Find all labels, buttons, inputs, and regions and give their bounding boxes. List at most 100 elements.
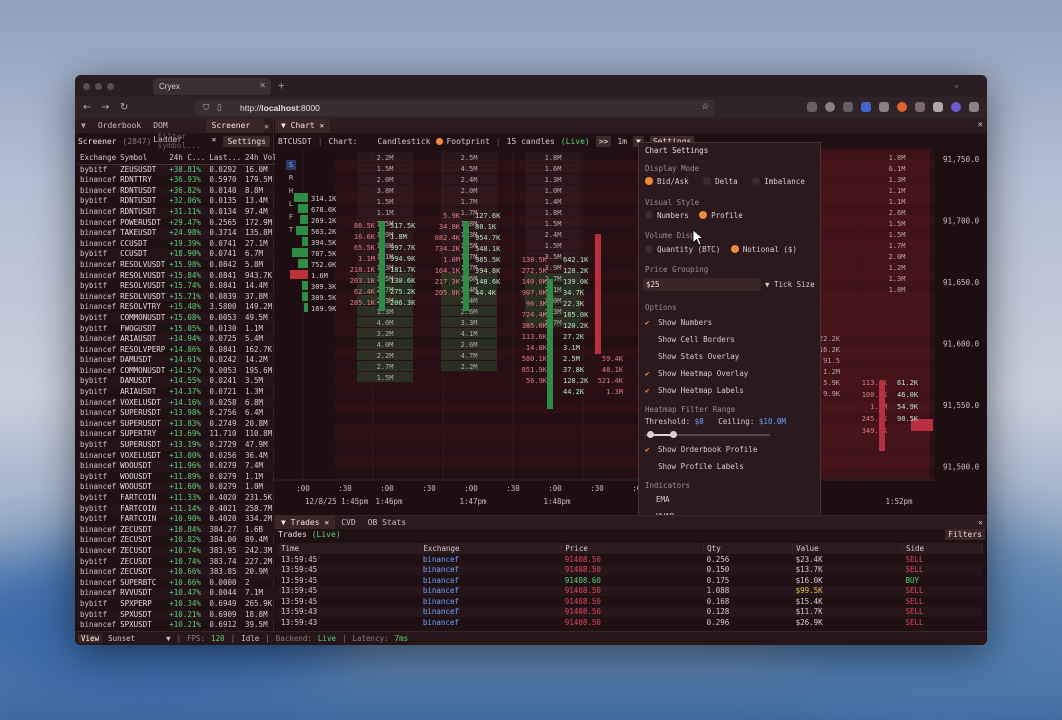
page-icon[interactable]: ▯ bbox=[217, 102, 222, 113]
screener-settings-button[interactable]: Settings bbox=[223, 135, 270, 147]
table-row[interactable]: binancef SUPERUSDT +13.98% 0.2756 6.4M bbox=[78, 408, 297, 419]
table-row[interactable]: binancef RVVUSDT +10.47% 0.0044 7.1M bbox=[78, 588, 297, 599]
table-row[interactable]: bybitf RDNTUSDT +32.06% 0.0135 13.4M bbox=[78, 196, 297, 207]
table-row[interactable]: bybitf FARTCOIN +11.33% 0.4020 231.5K bbox=[78, 493, 297, 504]
table-row[interactable]: binancef DAMUSDT +14.61% 0.0242 14.2M bbox=[78, 355, 297, 366]
close-trades-icon[interactable]: ✕ bbox=[978, 518, 987, 527]
table-row[interactable]: bybitf ZECUSDT +10.74% 383.74 227.2M bbox=[78, 557, 297, 568]
table-row[interactable]: binancef CCUSDT +19.39% 0.0741 27.1M bbox=[78, 239, 297, 250]
download-icon[interactable] bbox=[807, 102, 817, 112]
tab-cvd[interactable]: CVD bbox=[335, 516, 361, 529]
tab-orderbook[interactable]: Orderbook bbox=[92, 119, 147, 133]
table-row[interactable]: bybitf DAMUSDT +14.55% 0.0241 3.5M bbox=[78, 376, 297, 388]
table-row[interactable]: binancef SPXUSDT +10.21% 0.6912 39.5M bbox=[78, 620, 297, 631]
browser-tab[interactable]: Cryex ✕ bbox=[153, 78, 271, 95]
option-checkbox[interactable]: ✔ Show Heatmap Overlay bbox=[645, 369, 748, 378]
table-row[interactable]: binancef COMMONUSDT +14.57% 0.0053 195.6M bbox=[78, 366, 297, 377]
filter-symbol-input[interactable]: Filter symbol... bbox=[157, 132, 217, 150]
table-row[interactable]: binancef RESOLVUSDT +15.84% 0.0841 943.7K bbox=[78, 270, 297, 282]
ceiling-value[interactable]: $10.0M bbox=[759, 417, 786, 426]
radio-quantity[interactable]: Quantity (BTC) bbox=[645, 245, 720, 254]
view-menu[interactable]: View bbox=[78, 634, 103, 643]
table-row[interactable]: binancef WOOUSDT +11.96% 0.0279 7.4M bbox=[78, 461, 297, 472]
table-row[interactable]: bybitf WOOUSDT +11.89% 0.0279 1.1M bbox=[78, 472, 297, 483]
chart-side-button[interactable]: L bbox=[289, 200, 293, 208]
radio-imbalance[interactable]: Imbalance bbox=[752, 177, 805, 186]
close-chart-icon[interactable]: ✕ bbox=[978, 120, 983, 130]
table-row[interactable]: binancef TAKEUSDT +24.98% 0.3714 135.8M bbox=[78, 228, 297, 239]
table-row[interactable]: binancef POWERUSDT +29.47% 0.2565 172.9M bbox=[78, 218, 297, 229]
radio-notional[interactable]: Notional ($) bbox=[730, 245, 797, 254]
table-row[interactable]: binancef SUPERBTC +10.66% 0.0000 2 bbox=[78, 578, 297, 589]
url-bar[interactable]: ⛉ ▯ http://localhost:8000 ☆ bbox=[195, 100, 715, 116]
table-row[interactable]: bybitf FWOGUSDT +15.05% 0.0130 1.1M bbox=[78, 324, 297, 335]
extension-purple-icon[interactable] bbox=[951, 102, 961, 112]
column-header[interactable]: Last... bbox=[207, 153, 244, 165]
column-header[interactable]: Exchange bbox=[78, 153, 119, 165]
radio-delta[interactable]: Delta bbox=[703, 177, 738, 186]
table-row[interactable]: binancef RESOLVTRY +15.48% 3.5800 149.2M bbox=[78, 302, 297, 313]
table-row[interactable]: bybitf ZEUSUSDT +38.81% 0.0292 16.0M bbox=[78, 164, 297, 176]
table-row[interactable]: binancef VOXELUSDT +13.00% 0.0256 36.4M bbox=[78, 451, 297, 462]
table-row[interactable]: bybitf SPXPERP +10.34% 0.6949 265.9K bbox=[78, 599, 297, 610]
tab-trades[interactable]: ▼ Trades ✕ bbox=[275, 516, 336, 529]
table-row[interactable]: bybitf FARTCOIN +10.90% 0.4020 334.2M bbox=[78, 514, 297, 525]
table-row[interactable]: bybitf FARTCOIN +11.14% 0.4021 258.7M bbox=[78, 503, 297, 515]
tab-chart[interactable]: ▼ Chart ✕ bbox=[275, 119, 331, 133]
table-row[interactable]: binancef WOOUSDT +11.60% 0.0279 1.0M bbox=[78, 482, 297, 493]
table-row[interactable]: 13:59:45 binancef 91408.50 0.150 $13.7K SELL bbox=[278, 564, 983, 575]
account-icon[interactable] bbox=[825, 102, 835, 112]
theme-dropdown-icon[interactable]: ▼ bbox=[166, 634, 171, 643]
table-row[interactable]: bybitf ARIAUSDT +14.37% 0.0721 1.3M bbox=[78, 387, 297, 398]
tab-ob-stats[interactable]: OB Stats bbox=[362, 516, 413, 529]
column-header[interactable]: 24h C... bbox=[167, 153, 208, 165]
extension-badge-icon[interactable] bbox=[915, 102, 925, 112]
chart-side-button[interactable]: F bbox=[289, 213, 293, 221]
reload-icon[interactable]: ↻ bbox=[120, 102, 128, 113]
table-row[interactable]: bybitf RESOLVUSDT +15.74% 0.0841 14.4M bbox=[78, 281, 297, 292]
candlestick-button[interactable]: Candlestick bbox=[377, 137, 430, 146]
column-header[interactable]: Qty bbox=[703, 543, 794, 554]
new-tab-icon[interactable]: + bbox=[278, 79, 285, 92]
skip-forward-button[interactable]: >> bbox=[595, 135, 612, 147]
table-row[interactable]: binancef ZECUSDT +10.82% 384.00 89.4M bbox=[78, 535, 297, 546]
extension-orange-icon[interactable] bbox=[897, 102, 907, 112]
extension-icon[interactable] bbox=[843, 102, 853, 112]
threshold-value[interactable]: $0 bbox=[695, 417, 704, 426]
extension-gray-icon[interactable] bbox=[933, 102, 943, 112]
column-header[interactable]: Value bbox=[792, 543, 904, 554]
close-panel-icon[interactable]: ✕ bbox=[264, 122, 273, 131]
table-row[interactable]: bybitf SUPERUSDT +13.19% 0.2729 47.9M bbox=[78, 440, 297, 451]
price-grouping-input[interactable]: $25 bbox=[643, 278, 761, 291]
table-row[interactable]: 13:59:45 binancef 91408.60 0.175 $16.0K BUY bbox=[278, 575, 983, 586]
table-row[interactable]: 13:59:45 binancef 91408.50 0.256 $23.4K SELL bbox=[278, 554, 983, 565]
forward-icon[interactable]: → bbox=[101, 102, 109, 113]
table-row[interactable]: binancef RESOLVUSDT +15.98% 0.0842 5.8M bbox=[78, 260, 297, 271]
table-row[interactable]: binancef RESOLVPERP +14.86% 0.0841 162.7K bbox=[78, 345, 297, 356]
footprint-button[interactable]: Footprint bbox=[436, 137, 490, 146]
option-checkbox[interactable]: Show Profile Labels bbox=[645, 462, 744, 471]
table-row[interactable]: bybitf COMMONUSDT +15.08% 0.0053 49.5M bbox=[78, 312, 297, 324]
option-checkbox[interactable]: ✔ Show Orderbook Profile bbox=[645, 445, 757, 454]
bookmark-star-icon[interactable]: ☆ bbox=[701, 101, 709, 112]
table-row[interactable]: binancef SUPERTRY +13.69% 11.710 110.8M bbox=[78, 429, 297, 440]
heatmap-range-slider[interactable] bbox=[645, 431, 770, 438]
chart-symbol[interactable]: BTCUSDT bbox=[278, 137, 312, 146]
option-checkbox[interactable]: ✔ Show Heatmap Labels bbox=[645, 386, 744, 395]
column-header[interactable]: Time bbox=[278, 543, 421, 554]
table-row[interactable]: binancef RDNTUSDT +31.11% 0.0134 97.4M bbox=[78, 206, 297, 218]
table-row[interactable]: bybitf SPXUSDT +10.21% 0.6909 18.8M bbox=[78, 609, 297, 621]
tab-dom-ladder[interactable]: DOM Ladder bbox=[147, 119, 205, 144]
table-row[interactable]: binancef SUPERUSDT +13.83% 0.2749 20.8M bbox=[78, 418, 297, 430]
theme-select[interactable]: Sunset bbox=[108, 634, 160, 643]
indicator-ema[interactable]: EMA bbox=[656, 495, 670, 504]
table-row[interactable]: bybitf CCUSDT +18.90% 0.0741 6.7M bbox=[78, 249, 297, 260]
column-header[interactable]: Price bbox=[561, 543, 705, 554]
trades-filters-button[interactable]: Filters bbox=[945, 529, 985, 540]
tab-list-chevron-icon[interactable]: ⌄ bbox=[954, 80, 959, 89]
table-row[interactable]: binancef ZECUSDT +10.74% 383.95 242.3M bbox=[78, 545, 297, 557]
footprint-chart[interactable]: SRHLFT2.2M1.5M2.0M3.8M1.5M1.1M1.5M1.9M1.… bbox=[275, 149, 987, 515]
back-icon[interactable]: ← bbox=[83, 102, 91, 113]
radio-bid-ask[interactable]: Bid/Ask bbox=[645, 177, 689, 186]
chart-side-button[interactable]: S bbox=[289, 161, 293, 169]
